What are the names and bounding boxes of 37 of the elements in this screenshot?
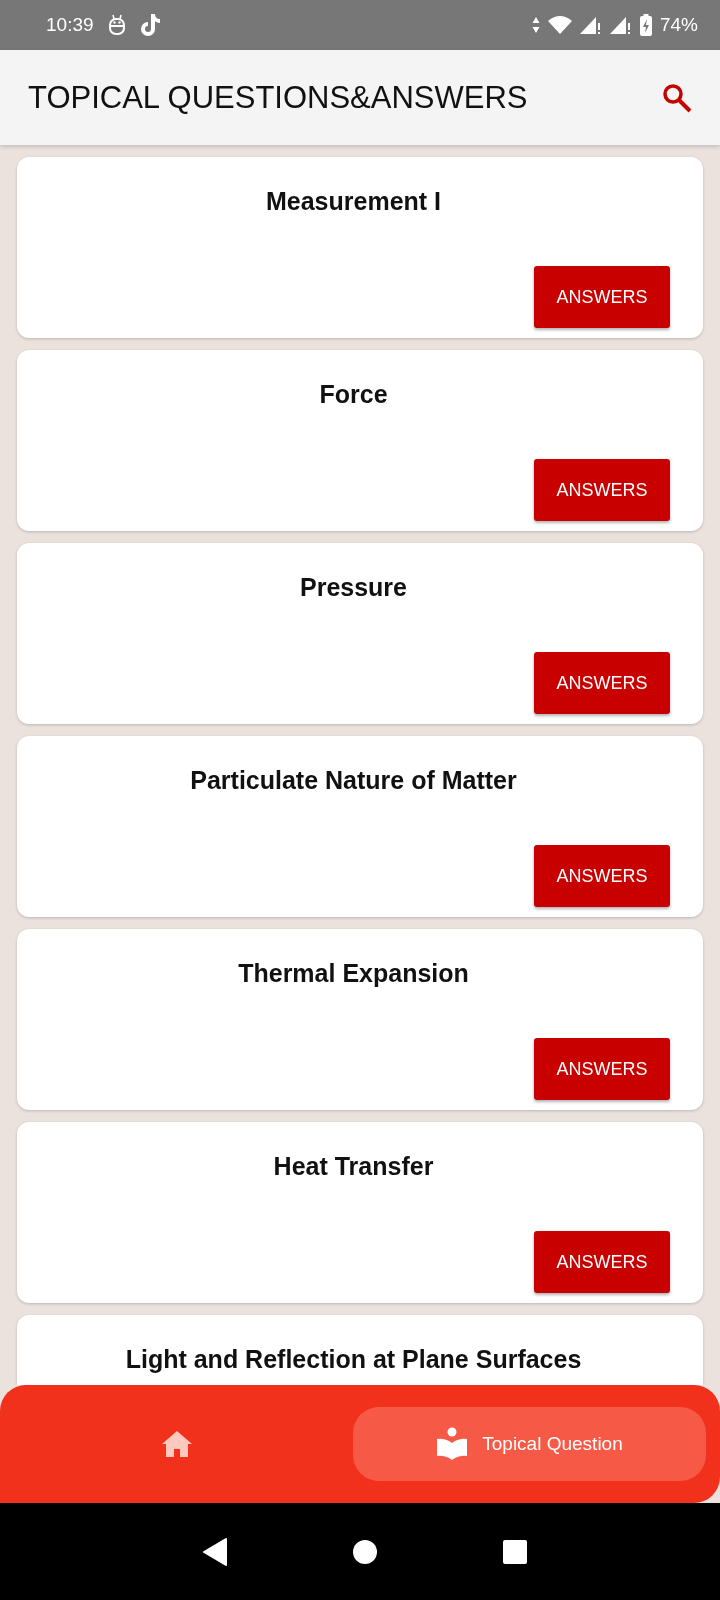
search-icon[interactable] [662, 82, 692, 113]
topic-card[interactable]: Light and Reflection at Plane Surfaces [17, 1315, 703, 1385]
signal-icon [579, 15, 602, 35]
back-icon[interactable] [202, 1537, 228, 1566]
answers-button[interactable]: ANSWERS [534, 1231, 670, 1293]
wifi-icon [547, 16, 572, 34]
home-icon[interactable] [352, 1538, 378, 1565]
recents-icon[interactable] [502, 1538, 528, 1565]
house-icon [160, 1430, 193, 1458]
app-title: TOPICAL QUESTIONS&ANSWERS [28, 79, 528, 116]
topic-card[interactable]: Measurement I ANSWERS [17, 157, 703, 338]
topic-title: Pressure [300, 573, 407, 602]
topic-title: Heat Transfer [273, 1152, 434, 1181]
music-note-icon [139, 13, 162, 37]
topic-card[interactable]: Heat Transfer ANSWERS [17, 1122, 703, 1303]
reading-person-icon [436, 1427, 469, 1461]
topic-card[interactable]: Pressure ANSWERS [17, 543, 703, 724]
topic-title: Light and Reflection at Plane Surfaces [125, 1345, 582, 1374]
data-arrows-icon [531, 16, 540, 34]
topic-card[interactable]: Force ANSWERS [17, 350, 703, 531]
robot-icon [107, 14, 126, 36]
battery-icon [639, 14, 652, 36]
topic-title: Thermal Expansion [238, 959, 469, 988]
signal-icon [609, 15, 632, 35]
answers-button[interactable]: ANSWERS [534, 652, 670, 714]
nav-label: Topical Question [482, 1433, 623, 1455]
answers-button[interactable]: ANSWERS [534, 459, 670, 521]
answers-button[interactable]: ANSWERS [534, 845, 670, 907]
battery-level: 74% [659, 14, 698, 36]
topic-card[interactable]: Thermal Expansion ANSWERS [17, 929, 703, 1110]
topic-title: Particulate Nature of Matter [190, 766, 517, 795]
answers-button[interactable]: ANSWERS [534, 266, 670, 328]
topic-card[interactable]: Particulate Nature of Matter ANSWERS [17, 736, 703, 917]
topic-title: Force [319, 380, 388, 409]
topic-title: Measurement I [265, 187, 442, 216]
answers-button[interactable]: ANSWERS [534, 1038, 670, 1100]
clock: 10:39 [46, 14, 94, 36]
